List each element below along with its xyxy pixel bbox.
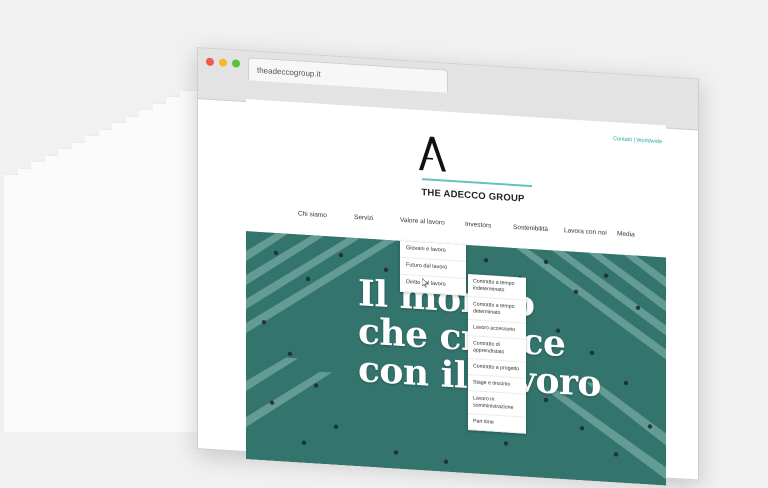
valore-al-lavoro-dropdown: Giovani e lavoro Futuro del lavoro Dirit… xyxy=(400,240,466,296)
nav-item-valore-al-lavoro[interactable]: Valore al lavoro xyxy=(400,217,445,227)
logo-underline xyxy=(422,178,532,188)
maximize-window-button[interactable] xyxy=(232,59,240,68)
nav-item-media[interactable]: Media xyxy=(617,230,635,238)
nav-item-lavora-con-noi[interactable]: Lavora con noi xyxy=(564,227,607,237)
nav-item-sostenibilita[interactable]: Sostenibilità xyxy=(513,224,548,233)
diritto-del-lavoro-submenu: Contratto a tempo indeterminato Contratt… xyxy=(468,274,526,434)
close-window-button[interactable] xyxy=(206,57,214,67)
nav-item-investors[interactable]: Investors xyxy=(465,221,491,230)
minimize-window-button[interactable] xyxy=(219,58,227,67)
nav-item-servizi[interactable]: Servizi xyxy=(354,214,374,222)
web-page: Contatti | Worldwide THE ADECCO GROUP Ch… xyxy=(246,99,666,486)
top-links[interactable]: Contatti | Worldwide xyxy=(613,136,662,145)
adecco-logo-icon[interactable] xyxy=(416,134,448,174)
nav-item-chi-siamo[interactable]: Chi siamo xyxy=(298,210,327,219)
mouse-cursor-icon xyxy=(422,278,428,288)
browser-tab[interactable]: theadeccogroup.it xyxy=(248,57,448,93)
tab-url: theadeccogroup.it xyxy=(257,65,321,79)
logo-text[interactable]: THE ADECCO GROUP xyxy=(398,186,548,206)
browser-window: theadeccogroup.it Contatti | Worldwide T… xyxy=(197,47,699,486)
